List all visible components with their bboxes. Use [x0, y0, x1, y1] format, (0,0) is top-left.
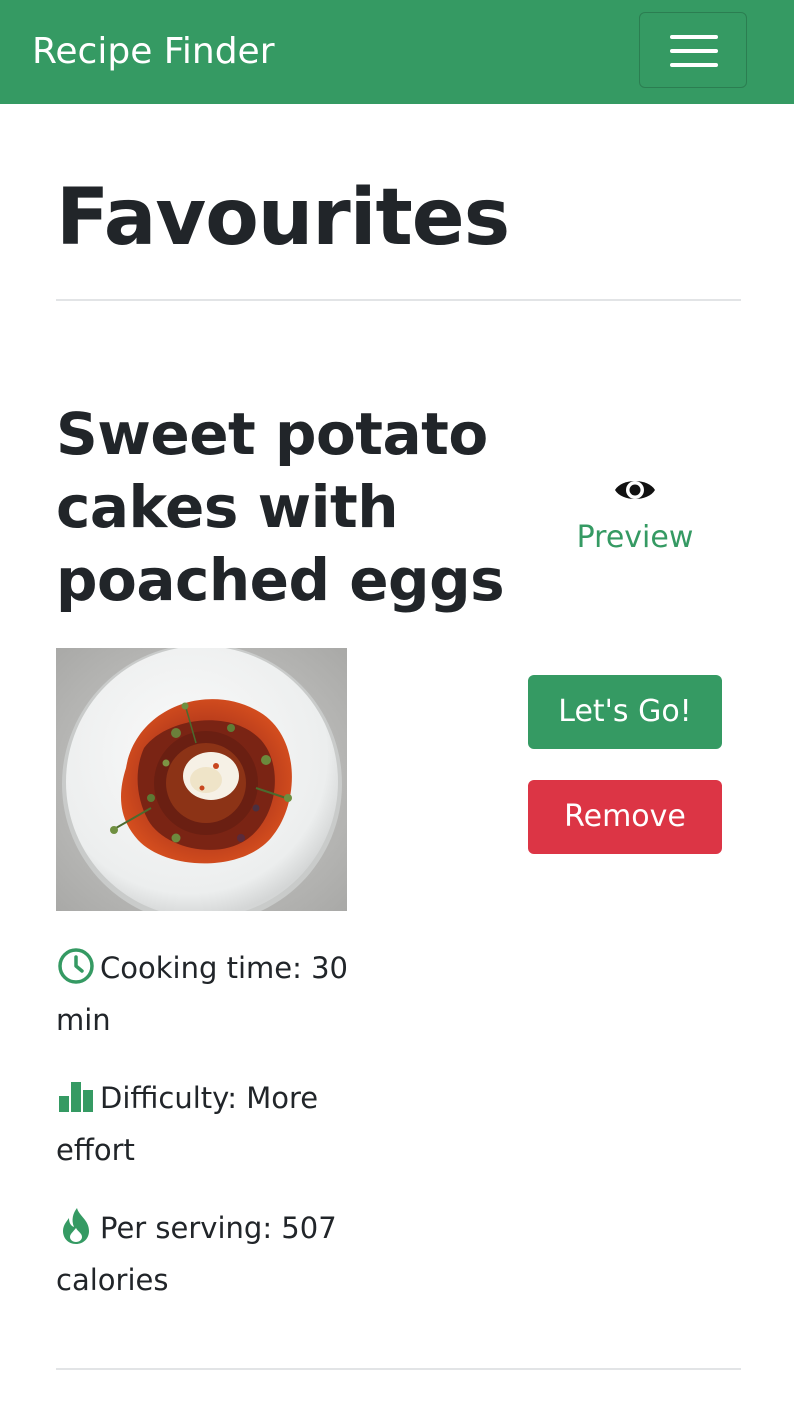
bar-chart-icon [56, 1076, 100, 1116]
eye-icon [615, 481, 655, 499]
brand-link[interactable]: Recipe Finder [32, 28, 275, 76]
lets-go-button[interactable]: Let's Go! [528, 675, 722, 749]
difficulty: Difficulty: More effort [56, 1072, 366, 1176]
hamburger-menu-icon-bar [670, 49, 718, 53]
remove-button[interactable]: Remove [528, 780, 722, 854]
preview-label: Preview [576, 520, 694, 555]
clock-icon [56, 946, 100, 986]
divider [56, 299, 741, 301]
flame-icon [56, 1206, 100, 1246]
cooking-time: Cooking time: 30 min [56, 942, 366, 1046]
menu-toggle-button[interactable] [639, 12, 747, 88]
divider [56, 1368, 741, 1370]
calories: Per serving: 507 calories [56, 1202, 366, 1306]
hamburger-menu-icon [670, 35, 718, 39]
page-title: Favourites [56, 173, 510, 263]
recipe-image [56, 648, 347, 911]
cooking-time-text: Cooking time: 30 min [56, 951, 349, 1037]
recipe-title: Sweet potato cakes with poached eggs [56, 400, 505, 614]
preview-link[interactable]: Preview [560, 468, 710, 564]
hamburger-menu-icon-bar [670, 63, 718, 67]
navbar: Recipe Finder [0, 0, 794, 104]
